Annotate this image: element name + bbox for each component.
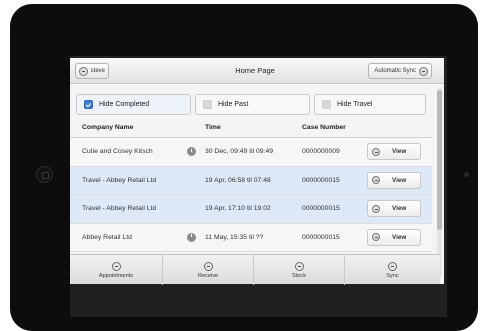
checkbox-unchecked-icon[interactable] bbox=[203, 100, 212, 109]
user-label: steve bbox=[90, 68, 105, 74]
checkbox-unchecked-icon[interactable] bbox=[322, 100, 331, 109]
filter-hide-completed[interactable]: Hide Completed bbox=[76, 94, 191, 115]
company-cell: Travel - Abbey Retail Ltd bbox=[82, 205, 157, 212]
view-button[interactable]: View bbox=[367, 143, 421, 160]
view-button[interactable]: View bbox=[367, 200, 421, 217]
view-icon bbox=[372, 204, 380, 213]
table-row[interactable]: Cutie and Cosey Kitsch 30 Dec, 09:49 til… bbox=[70, 138, 432, 167]
time-cell: 19 Apr, 17:10 til 19:02 bbox=[205, 205, 271, 212]
clock-icon bbox=[187, 147, 196, 156]
nav-label: Appointments bbox=[98, 272, 134, 279]
checkbox-checked-icon[interactable] bbox=[84, 100, 93, 109]
time-cell: 11 May, 15:35 til ?? bbox=[205, 233, 264, 241]
gear-icon bbox=[388, 261, 397, 271]
table-row[interactable]: Travel - Abbey Retail Ltd 19 Apr, 17:10 … bbox=[70, 195, 432, 224]
case-cell: 0000000015 bbox=[302, 205, 340, 212]
view-icon bbox=[372, 233, 380, 241]
nav-receive[interactable]: Receive bbox=[163, 255, 254, 285]
table-row[interactable]: Travel - Abbey Retail Ltd 19 Apr, 06:58 … bbox=[70, 166, 432, 195]
nav-appointments[interactable]: Appointments bbox=[70, 255, 163, 285]
column-time: Time bbox=[205, 124, 221, 131]
view-button[interactable]: View bbox=[367, 171, 421, 189]
filter-label: Hide Completed bbox=[99, 101, 150, 108]
company-cell: Travel - Abbey Retail Ltd bbox=[82, 176, 157, 184]
nav-label: Receive bbox=[197, 272, 219, 279]
home-button bbox=[464, 172, 469, 177]
nav-sync[interactable]: Sync bbox=[345, 255, 440, 285]
sync-toggle-icon bbox=[419, 66, 428, 76]
camera-icon bbox=[36, 166, 53, 183]
bottom-nav-bar: Appointments Receive Stock Sync bbox=[70, 254, 440, 285]
view-label: View bbox=[392, 205, 407, 212]
filter-hide-past[interactable]: Hide Past bbox=[195, 94, 310, 115]
filter-hide-travel[interactable]: Hide Travel bbox=[314, 94, 426, 115]
view-label: View bbox=[392, 233, 407, 241]
plus-circle-icon bbox=[203, 261, 213, 271]
view-label: View bbox=[392, 176, 407, 184]
filter-bar: Hide Completed Hide Past Hide Travel bbox=[76, 94, 426, 116]
tablet-device: steve Home Page Automatic Sync Hide Comp… bbox=[10, 4, 478, 331]
user-icon bbox=[79, 66, 88, 76]
nav-stock[interactable]: Stock bbox=[254, 255, 345, 285]
page-title: Home Page bbox=[235, 66, 275, 75]
table-header: Company Name Time Case Number bbox=[70, 120, 432, 138]
filter-label: Hide Travel bbox=[337, 101, 373, 108]
column-company-name: Company Name bbox=[82, 124, 134, 131]
user-button[interactable]: steve bbox=[75, 63, 109, 79]
appointments-table: Cutie and Cosey Kitsch 30 Dec, 09:49 til… bbox=[70, 138, 432, 252]
nav-label: Sync bbox=[386, 272, 399, 279]
case-cell: 0000000009 bbox=[302, 148, 340, 155]
filter-label: Hide Past bbox=[218, 101, 249, 108]
company-cell: Abbey Retail Ltd bbox=[82, 233, 132, 241]
company-cell: Cutie and Cosey Kitsch bbox=[82, 148, 153, 155]
refresh-icon bbox=[294, 261, 304, 271]
scroll-thumb[interactable] bbox=[437, 90, 442, 230]
nav-label: Stock bbox=[292, 272, 306, 279]
view-icon bbox=[372, 176, 380, 184]
automatic-sync-label: Automatic Sync bbox=[374, 68, 416, 74]
view-icon bbox=[372, 147, 380, 156]
table-row[interactable]: Abbey Retail Ltd 11 May, 15:35 til ?? 00… bbox=[70, 223, 432, 252]
case-cell: 0000000015 bbox=[302, 233, 340, 241]
automatic-sync-button[interactable]: Automatic Sync bbox=[368, 63, 432, 79]
view-label: View bbox=[392, 148, 407, 155]
scrollbar[interactable] bbox=[437, 88, 442, 278]
time-cell: 19 Apr, 06:58 til 07:48 bbox=[205, 176, 271, 184]
header-bar: steve Home Page Automatic Sync bbox=[70, 58, 444, 84]
time-cell: 30 Dec, 09:49 til 09:49 bbox=[205, 148, 274, 155]
clock-icon bbox=[187, 232, 196, 242]
app-window: steve Home Page Automatic Sync Hide Comp… bbox=[70, 58, 444, 285]
case-cell: 0000000015 bbox=[302, 176, 340, 184]
tablet-screen: steve Home Page Automatic Sync Hide Comp… bbox=[70, 56, 447, 317]
minus-circle-icon bbox=[111, 261, 121, 271]
column-case-number: Case Number bbox=[302, 124, 346, 131]
view-button[interactable]: View bbox=[367, 228, 421, 246]
